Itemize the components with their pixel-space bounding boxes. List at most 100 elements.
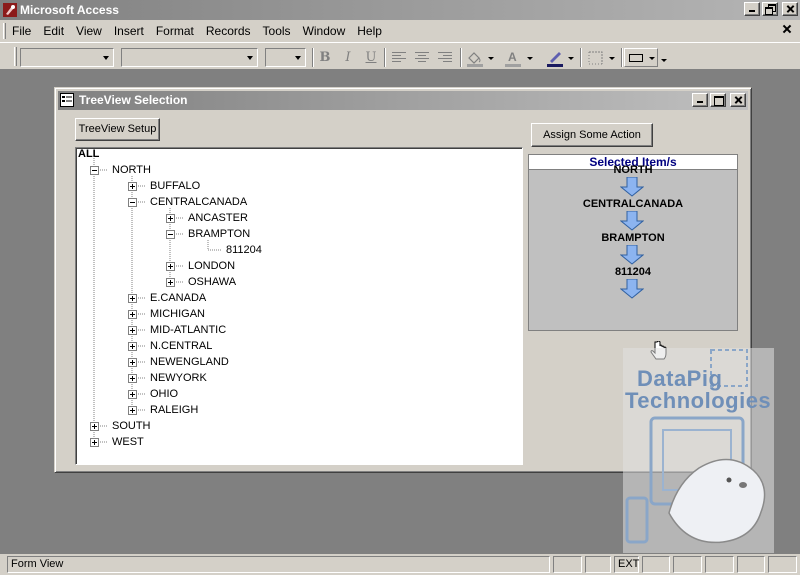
form-title-bar[interactable]: TreeView Selection (58, 91, 748, 110)
svg-text:A: A (508, 50, 517, 64)
fill-color-icon[interactable] (466, 49, 484, 67)
align-center-icon[interactable] (415, 52, 429, 63)
tree-node[interactable]: N.CENTRAL (150, 339, 212, 353)
special-effect-button[interactable] (624, 48, 658, 67)
collapse-minus-icon[interactable] (166, 230, 175, 239)
menu-format[interactable]: Format (150, 24, 200, 38)
tree-node[interactable]: WEST (112, 435, 144, 449)
status-pane (705, 556, 734, 573)
selected-item: CENTRALCANADA (582, 198, 684, 210)
down-arrow-icon (620, 245, 644, 265)
form-maximize-button[interactable] (710, 93, 726, 107)
tree-node[interactable]: MICHIGAN (150, 307, 205, 321)
chevron-down-icon (295, 56, 301, 60)
toolbar-grip[interactable] (14, 47, 17, 66)
collapse-minus-icon[interactable] (90, 166, 99, 175)
menu-file[interactable]: File (6, 24, 37, 38)
app-restore-button[interactable] (762, 2, 778, 16)
expand-plus-icon[interactable] (128, 342, 137, 351)
expand-plus-icon[interactable] (90, 438, 99, 447)
expand-plus-icon[interactable] (166, 214, 175, 223)
bold-icon[interactable]: B (315, 48, 335, 67)
app-title-bar[interactable]: Microsoft Access (0, 0, 800, 20)
font-size-combo[interactable] (265, 48, 306, 67)
expand-plus-icon[interactable] (166, 262, 175, 271)
font-name-combo[interactable] (121, 48, 258, 67)
menu-window[interactable]: Window (297, 24, 352, 38)
tree-node[interactable]: MID-ATLANTIC (150, 323, 226, 337)
down-arrow-icon (620, 177, 644, 197)
align-left-icon[interactable] (392, 52, 406, 63)
font-color-icon[interactable]: A (504, 49, 522, 67)
form-close-button[interactable] (730, 93, 746, 107)
form-title: TreeView Selection (79, 93, 188, 107)
app-minimize-button[interactable] (744, 2, 760, 16)
form-icon (60, 93, 74, 107)
toolbar-options-icon[interactable] (661, 59, 667, 62)
underline-icon[interactable]: U (361, 48, 381, 67)
chevron-down-icon[interactable] (488, 57, 494, 60)
watermark-line2: Technologies (625, 388, 772, 413)
border-width-icon[interactable] (587, 49, 605, 67)
menu-edit[interactable]: Edit (37, 24, 70, 38)
tree-view[interactable]: ALL NORTH BUFFALO CENTRALCANADA ANCASTER BRA… (75, 147, 523, 465)
treeview-setup-button[interactable]: TreeView Setup (75, 118, 160, 141)
special-effect-icon (629, 54, 643, 62)
tree-node[interactable]: NEWENGLAND (150, 355, 229, 369)
form-minimize-button[interactable] (692, 93, 708, 107)
expand-plus-icon[interactable] (128, 294, 137, 303)
collapse-minus-icon[interactable] (128, 198, 137, 207)
tree-node[interactable]: SOUTH (112, 419, 151, 433)
expand-plus-icon[interactable] (128, 406, 137, 415)
selected-items-panel: Selected Item/s NORTH CENTRALCANADA BRAMPT… (528, 154, 738, 331)
tree-node[interactable]: OHIO (150, 387, 178, 401)
status-mode: Form View (7, 556, 550, 573)
chevron-down-icon[interactable] (527, 57, 533, 60)
tree-node[interactable]: 811204 (226, 243, 262, 257)
app-close-button[interactable] (782, 2, 798, 16)
tree-node[interactable]: ANCASTER (188, 211, 248, 225)
down-arrow-icon (620, 211, 644, 231)
tree-connector-lines (93, 156, 222, 443)
down-arrow-icon (620, 279, 644, 299)
expand-plus-icon[interactable] (128, 310, 137, 319)
object-combo[interactable] (20, 48, 114, 67)
menu-records[interactable]: Records (200, 24, 257, 38)
tree-node[interactable]: NEWYORK (150, 371, 207, 385)
status-bar: Form View EXT (0, 554, 800, 575)
tree-node[interactable]: BUFFALO (150, 179, 200, 193)
status-pane (642, 556, 670, 573)
selected-item: NORTH (613, 164, 653, 176)
document-close-icon[interactable] (782, 24, 792, 34)
access-key-icon (3, 3, 17, 17)
expand-plus-icon[interactable] (90, 422, 99, 431)
expand-plus-icon[interactable] (166, 278, 175, 287)
status-pane (737, 556, 765, 573)
tree-node[interactable]: CENTRALCANADA (150, 195, 247, 209)
expand-plus-icon[interactable] (128, 326, 137, 335)
status-ext: EXT (614, 556, 639, 573)
chevron-down-icon (247, 56, 253, 60)
tree-node-root[interactable]: ALL (78, 148, 99, 161)
italic-icon[interactable]: I (338, 48, 358, 67)
tree-node[interactable]: NORTH (112, 163, 151, 177)
menu-tools[interactable]: Tools (257, 24, 297, 38)
menu-help[interactable]: Help (351, 24, 388, 38)
chevron-down-icon[interactable] (609, 57, 615, 60)
align-right-icon[interactable] (438, 52, 452, 63)
assign-action-button[interactable]: Assign Some Action (531, 123, 653, 147)
tree-node[interactable]: E.CANADA (150, 291, 206, 305)
line-color-icon[interactable] (546, 49, 564, 67)
tree-node[interactable]: BRAMPTON (188, 227, 250, 241)
tree-node[interactable]: RALEIGH (150, 403, 198, 417)
expand-plus-icon[interactable] (128, 182, 137, 191)
expand-plus-icon[interactable] (128, 374, 137, 383)
menu-insert[interactable]: Insert (108, 24, 150, 38)
expand-plus-icon[interactable] (128, 390, 137, 399)
tree-node[interactable]: LONDON (188, 259, 235, 273)
tree-node[interactable]: OSHAWA (188, 275, 236, 289)
chevron-down-icon[interactable] (568, 57, 574, 60)
chevron-down-icon (103, 56, 109, 60)
menu-view[interactable]: View (70, 24, 108, 38)
expand-plus-icon[interactable] (128, 358, 137, 367)
